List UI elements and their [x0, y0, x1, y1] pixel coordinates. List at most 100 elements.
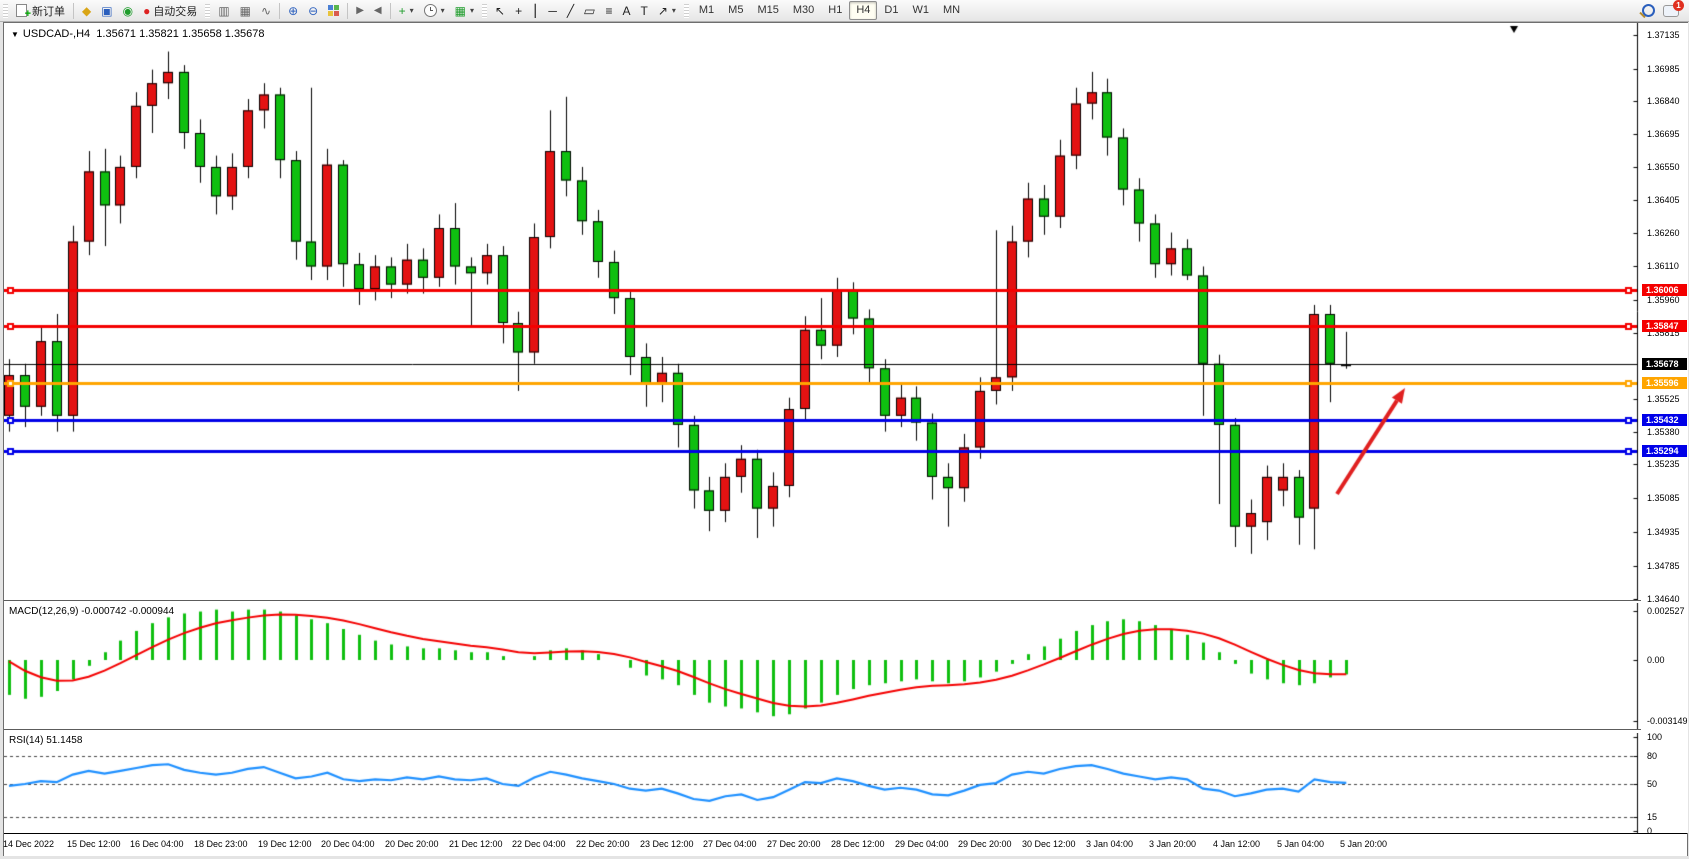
rsi-panel-canvas[interactable] — [4, 733, 1641, 833]
trendline-icon: ╱ — [567, 5, 574, 17]
price-line-badge: 1.35678 — [1642, 358, 1687, 370]
auto-scroll-button[interactable]: ▶ — [351, 0, 369, 21]
fibonacci-icon: ≡ — [605, 5, 612, 17]
price-axis[interactable]: 1.371351.369851.368401.366951.365501.364… — [1641, 23, 1688, 833]
text-tool-button[interactable]: A — [617, 0, 635, 21]
zoom-out-icon: ⊖ — [308, 5, 318, 17]
text-label-tool-button[interactable]: T — [635, 0, 652, 21]
timeframe-button-M1[interactable]: M1 — [692, 1, 721, 20]
toolbar-grip[interactable] — [482, 4, 487, 18]
price-tick-label: 1.36110 — [1647, 261, 1679, 271]
line-chart-icon: ∿ — [261, 5, 271, 17]
fibonacci-tool-button[interactable]: ≡ — [600, 0, 617, 21]
ohlc-open: 1.35671 — [96, 28, 136, 40]
bar-chart-button[interactable]: ▥ — [213, 0, 234, 21]
toolbar-grip[interactable] — [684, 4, 689, 18]
toolbar-separator — [347, 3, 348, 19]
trendline-tool-button[interactable]: ╱ — [562, 0, 579, 21]
channel-tool-button[interactable]: ▭ — [579, 0, 600, 21]
collapse-icon[interactable]: ▼ — [11, 30, 19, 39]
ohlc-close: 1.35678 — [225, 28, 265, 40]
notifications-icon[interactable]: 1 — [1663, 5, 1679, 17]
notification-count-badge: 1 — [1673, 0, 1684, 11]
candlestick-chart-button[interactable]: ▦ — [235, 0, 256, 21]
auto-trading-icon: ● — [143, 5, 150, 17]
search-icon[interactable] — [1642, 4, 1655, 17]
new-order-button[interactable]: + 新订单 — [11, 0, 70, 21]
cursor-tool-button[interactable]: ↖ — [490, 0, 510, 21]
time-tick-label: 3 Jan 04:00 — [1086, 839, 1133, 849]
toolbar-grip[interactable] — [3, 4, 8, 18]
chart-shift-icon: ◀ — [374, 5, 382, 17]
rsi-tick-label: 15 — [1647, 812, 1657, 822]
time-tick-label: 28 Dec 12:00 — [831, 839, 885, 849]
macd-tick-label: -0.003149 — [1647, 716, 1688, 726]
time-tick-label: 18 Dec 23:00 — [194, 839, 248, 849]
clock-icon — [424, 4, 437, 17]
time-tick-label: 30 Dec 12:00 — [1022, 839, 1076, 849]
horizontal-line-tool-button[interactable]: ─ — [543, 0, 562, 21]
market-watch-button[interactable]: ▣ — [96, 0, 117, 21]
toolbar-grip[interactable] — [205, 4, 210, 18]
rsi-tick-label: 80 — [1647, 751, 1657, 761]
toolbar-separator — [73, 3, 74, 19]
time-tick-label: 27 Dec 04:00 — [703, 839, 757, 849]
toolbar-separator — [279, 3, 280, 19]
rsi-tick-label: 100 — [1647, 732, 1662, 742]
line-chart-button[interactable]: ∿ — [256, 0, 276, 21]
new-order-icon: + — [16, 4, 29, 17]
auto-trading-button[interactable]: ● 自动交易 — [138, 0, 202, 21]
time-tick-label: 29 Dec 20:00 — [958, 839, 1012, 849]
template-icon: ▦ — [455, 5, 466, 17]
price-line-badge: 1.35294 — [1642, 445, 1687, 457]
market-window-icon: ▣ — [101, 5, 112, 17]
indicators-button[interactable]: + ▾ — [394, 0, 419, 21]
top-toolbar: + 新订单 ◆ ▣ ◉ ● 自动交易 ▥ ▦ ∿ ⊕ ⊖ ▶ ◀ + ▾ ▾ ▦… — [0, 0, 1689, 22]
price-tick-label: 1.36840 — [1647, 96, 1680, 106]
time-axis[interactable]: 14 Dec 202215 Dec 12:0016 Dec 04:0018 De… — [4, 833, 1687, 856]
signal-button[interactable]: ◉ — [118, 0, 138, 21]
zoom-out-button[interactable]: ⊖ — [303, 0, 323, 21]
time-tick-label: 19 Dec 12:00 — [258, 839, 312, 849]
time-tick-label: 23 Dec 12:00 — [640, 839, 694, 849]
price-tick-label: 1.36695 — [1647, 129, 1680, 139]
macd-tick-label: 0.00 — [1647, 655, 1665, 665]
signal-icon: ◉ — [123, 5, 133, 17]
text-label-icon: T — [640, 5, 647, 17]
timeframe-button-M5[interactable]: M5 — [721, 1, 750, 20]
periods-button[interactable]: ▾ — [419, 0, 450, 21]
main-chart-canvas[interactable] — [4, 23, 1641, 600]
timeframe-button-MN[interactable]: MN — [936, 1, 967, 20]
timeframe-button-H4[interactable]: H4 — [849, 1, 877, 20]
templates-button[interactable]: ▦ ▾ — [450, 0, 479, 21]
chart-window: ▼USDCAD-,H4 1.35671 1.35821 1.35658 1.35… — [3, 22, 1688, 856]
timeframe-button-D1[interactable]: D1 — [877, 1, 905, 20]
tile-windows-button[interactable] — [323, 0, 344, 21]
price-line-badge: 1.35596 — [1642, 377, 1687, 389]
arrows-icon: ↗ — [658, 5, 668, 17]
macd-tick-label: 0.002527 — [1647, 606, 1685, 616]
time-tick-label: 5 Jan 20:00 — [1340, 839, 1387, 849]
timeframe-button-M15[interactable]: M15 — [750, 1, 785, 20]
time-tick-label: 20 Dec 04:00 — [321, 839, 375, 849]
zoom-in-button[interactable]: ⊕ — [283, 0, 303, 21]
price-tick-label: 1.35235 — [1647, 459, 1680, 469]
timeframe-button-W1[interactable]: W1 — [905, 1, 936, 20]
timeframe-button-H1[interactable]: H1 — [821, 1, 849, 20]
zoom-in-icon: ⊕ — [288, 5, 298, 17]
vertical-line-tool-button[interactable]: ⎮ — [527, 0, 543, 21]
crosshair-tool-button[interactable]: + — [510, 0, 527, 21]
timeframe-button-M30[interactable]: M30 — [786, 1, 821, 20]
chart-symbol-period: USDCAD-,H4 — [23, 28, 90, 40]
crosshair-icon: + — [515, 5, 522, 17]
macd-panel-canvas[interactable] — [4, 603, 1641, 729]
price-tick-label: 1.36405 — [1647, 195, 1680, 205]
chart-shift-button[interactable]: ◀ — [369, 0, 387, 21]
quotes-button[interactable]: ◆ — [77, 0, 96, 21]
time-tick-label: 5 Jan 04:00 — [1277, 839, 1324, 849]
indicators-icon: + — [399, 5, 406, 17]
price-tick-label: 1.34785 — [1647, 561, 1680, 571]
time-tick-label: 15 Dec 12:00 — [67, 839, 121, 849]
arrows-tool-button[interactable]: ↗ ▾ — [653, 0, 681, 21]
time-tick-label: 29 Dec 04:00 — [895, 839, 949, 849]
